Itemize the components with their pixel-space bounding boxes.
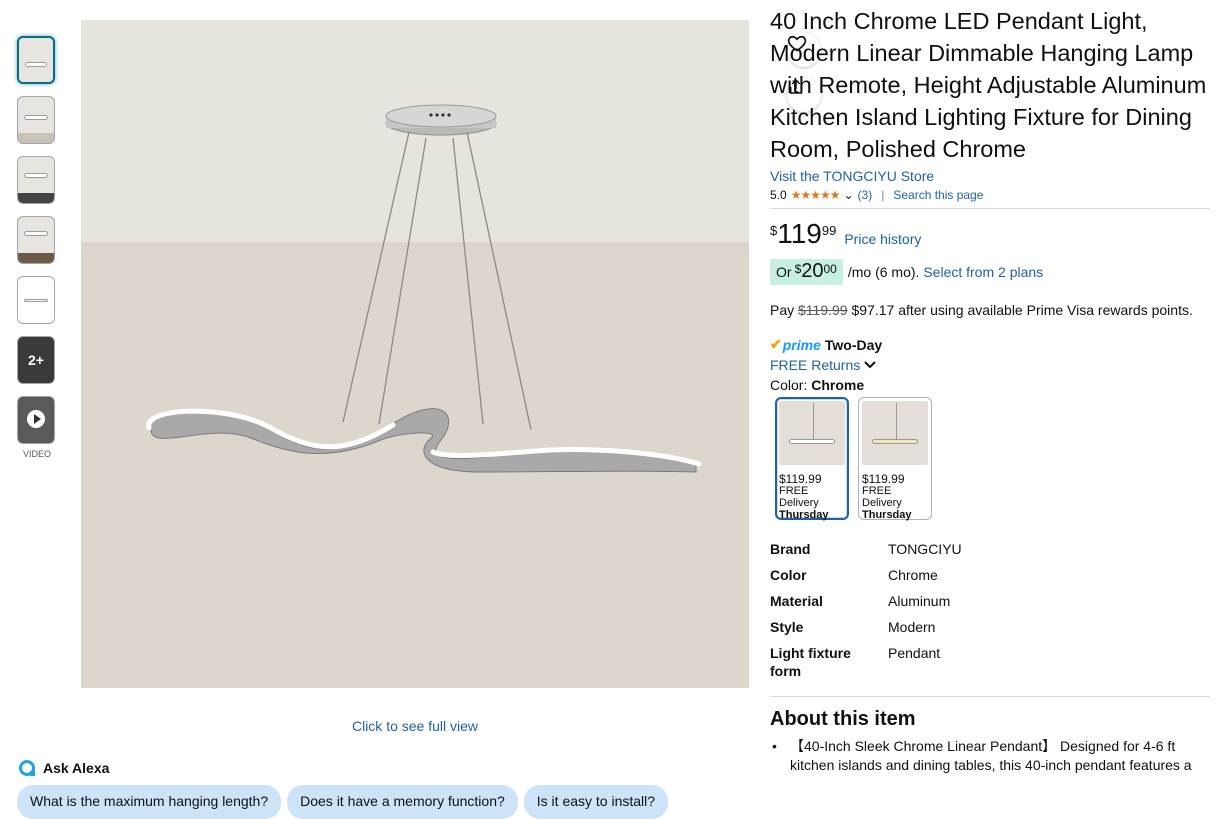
thumbnail-strip: 2+ <box>17 36 57 456</box>
plan-whole: 20 <box>801 260 824 282</box>
spec-value: Aluminum <box>888 593 951 609</box>
thumbnail-more[interactable]: 2+ <box>17 336 55 384</box>
swatch-image <box>779 401 845 465</box>
ask-alexa: Ask Alexa <box>19 760 109 776</box>
select-plans-link[interactable]: Select from 2 plans <box>923 264 1043 280</box>
play-icon <box>27 410 45 428</box>
spec-row: Material Aluminum <box>770 592 962 618</box>
free-returns-link[interactable]: FREE Returns <box>770 357 860 373</box>
spec-value: Pendant <box>888 645 941 661</box>
color-swatches: $119.99 FREE Delivery Thursday $119.99 F… <box>775 397 1210 521</box>
spec-row: Style Modern <box>770 618 962 644</box>
spec-value: TONGCIYU <box>888 541 962 557</box>
spec-key: Material <box>770 593 823 609</box>
spec-row: Light fixture form Pendant <box>770 644 962 688</box>
product-title: 40 Inch Chrome LED Pendant Light, Modern… <box>770 8 1207 162</box>
swatch-delivery: FREE Delivery <box>862 485 902 509</box>
thumbnail-2[interactable] <box>17 96 55 144</box>
thumbnail-3[interactable] <box>17 156 55 204</box>
main-product-image[interactable] <box>81 20 821 688</box>
swatch-price: $119.99 <box>862 472 905 486</box>
plan-or: Or <box>776 264 792 280</box>
alexa-question-chip[interactable]: Is it easy to install? <box>523 785 669 819</box>
spec-row: Color Chrome <box>770 566 962 592</box>
spec-key: Light fixture form <box>770 645 851 679</box>
price-fraction: 99 <box>821 223 837 238</box>
price-history-link[interactable]: Price history <box>844 231 921 247</box>
price: $ 119 99 Price history <box>770 219 1210 249</box>
swatch-day: Thursday <box>779 509 829 521</box>
rating-value: 5.0 <box>770 188 787 202</box>
price-whole: 119 <box>777 218 822 249</box>
rating-row: 5.0 ★★★★★ ⌄ (3) | Search this page <box>770 188 1210 209</box>
alexa-question-chip[interactable]: What is the maximum hanging length? <box>17 785 282 819</box>
ask-alexa-label: Ask Alexa <box>43 760 110 776</box>
about-bullet-text: 【40-Inch Sleek Chrome Linear Pendant】 De… <box>790 738 1192 773</box>
spec-value: Chrome <box>888 567 938 583</box>
divider: | <box>881 188 885 202</box>
color-value: Chrome <box>811 377 865 393</box>
alexa-question-chip[interactable]: Does it have a memory function? <box>287 785 518 819</box>
swatch-delivery: FREE Delivery <box>779 485 819 509</box>
thumbnail-4[interactable] <box>17 216 55 264</box>
spec-key: Color <box>770 567 807 583</box>
about-title: About this item <box>770 708 916 730</box>
alexa-question-chips: What is the maximum hanging length? Does… <box>17 785 669 819</box>
visa-rewards: Pay $119.99 $97.17 after using available… <box>770 302 1210 318</box>
visa-old-price: $119.99 <box>798 302 848 318</box>
visa-new-text: $97.17 after using available Prime Visa … <box>851 302 1193 318</box>
price-symbol: $ <box>770 223 778 238</box>
plan-fraction: 00 <box>823 262 837 276</box>
installment-plan: Or $ 20 00 /mo (6 mo). Select from 2 pla… <box>770 259 1210 285</box>
swatch-image <box>862 401 928 465</box>
search-page-link[interactable]: Search this page <box>893 188 983 202</box>
plan-badge: Or $ 20 00 <box>770 259 843 285</box>
free-returns[interactable]: FREE Returns <box>770 357 1210 373</box>
thumbnail-5[interactable] <box>17 276 55 324</box>
spec-value: Modern <box>888 619 936 635</box>
chevron-down-icon <box>864 361 876 369</box>
chevron-down-icon[interactable]: ⌄ <box>843 188 853 202</box>
star-rating-icon[interactable]: ★★★★★ <box>791 188 841 202</box>
swatch-price: $119.99 <box>779 472 822 486</box>
color-swatch-chrome[interactable]: $119.99 FREE Delivery Thursday <box>775 397 849 521</box>
swatch-day: Thursday <box>862 509 912 521</box>
section-divider <box>770 696 1210 697</box>
spec-row: Brand TONGCIYU <box>770 540 962 566</box>
more-count: 2+ <box>28 352 44 368</box>
full-view-link[interactable]: Click to see full view <box>81 718 749 734</box>
plan-symbol: $ <box>794 262 802 276</box>
thumbnail-1[interactable] <box>17 36 55 84</box>
video-label: VIDEO <box>22 449 51 459</box>
alexa-icon <box>19 760 35 776</box>
color-selector-label: Color: Chrome <box>770 377 1210 393</box>
review-count-link[interactable]: (3) <box>858 188 873 202</box>
product-details: 40 Inch Chrome LED Pendant Light, Modern… <box>770 5 1210 775</box>
color-swatch-option-2[interactable]: $119.99 FREE Delivery Thursday <box>858 397 932 521</box>
prime-check-icon: ✔ <box>770 336 782 352</box>
visa-pay: Pay <box>770 302 795 318</box>
bullet-dot: • <box>772 738 777 754</box>
spec-key: Style <box>770 619 804 635</box>
delivery-speed: Two-Day <box>824 336 883 353</box>
store-link[interactable]: Visit the TONGCIYU Store <box>770 168 1210 184</box>
prime-delivery: ✔ prime Two-Day <box>770 336 1210 353</box>
color-label: Color: <box>770 377 808 393</box>
pendant-lamp-illustration <box>81 20 749 688</box>
plan-term: /mo (6 mo). <box>847 264 920 280</box>
spec-key: Brand <box>770 541 811 557</box>
thumbnail-video[interactable] <box>17 396 55 444</box>
about-bullet: • 【40-Inch Sleek Chrome Linear Pendant】 … <box>770 737 1210 775</box>
prime-logo: prime <box>782 336 821 353</box>
product-specs-table: Brand TONGCIYU Color Chrome Material Alumin… <box>770 540 962 688</box>
